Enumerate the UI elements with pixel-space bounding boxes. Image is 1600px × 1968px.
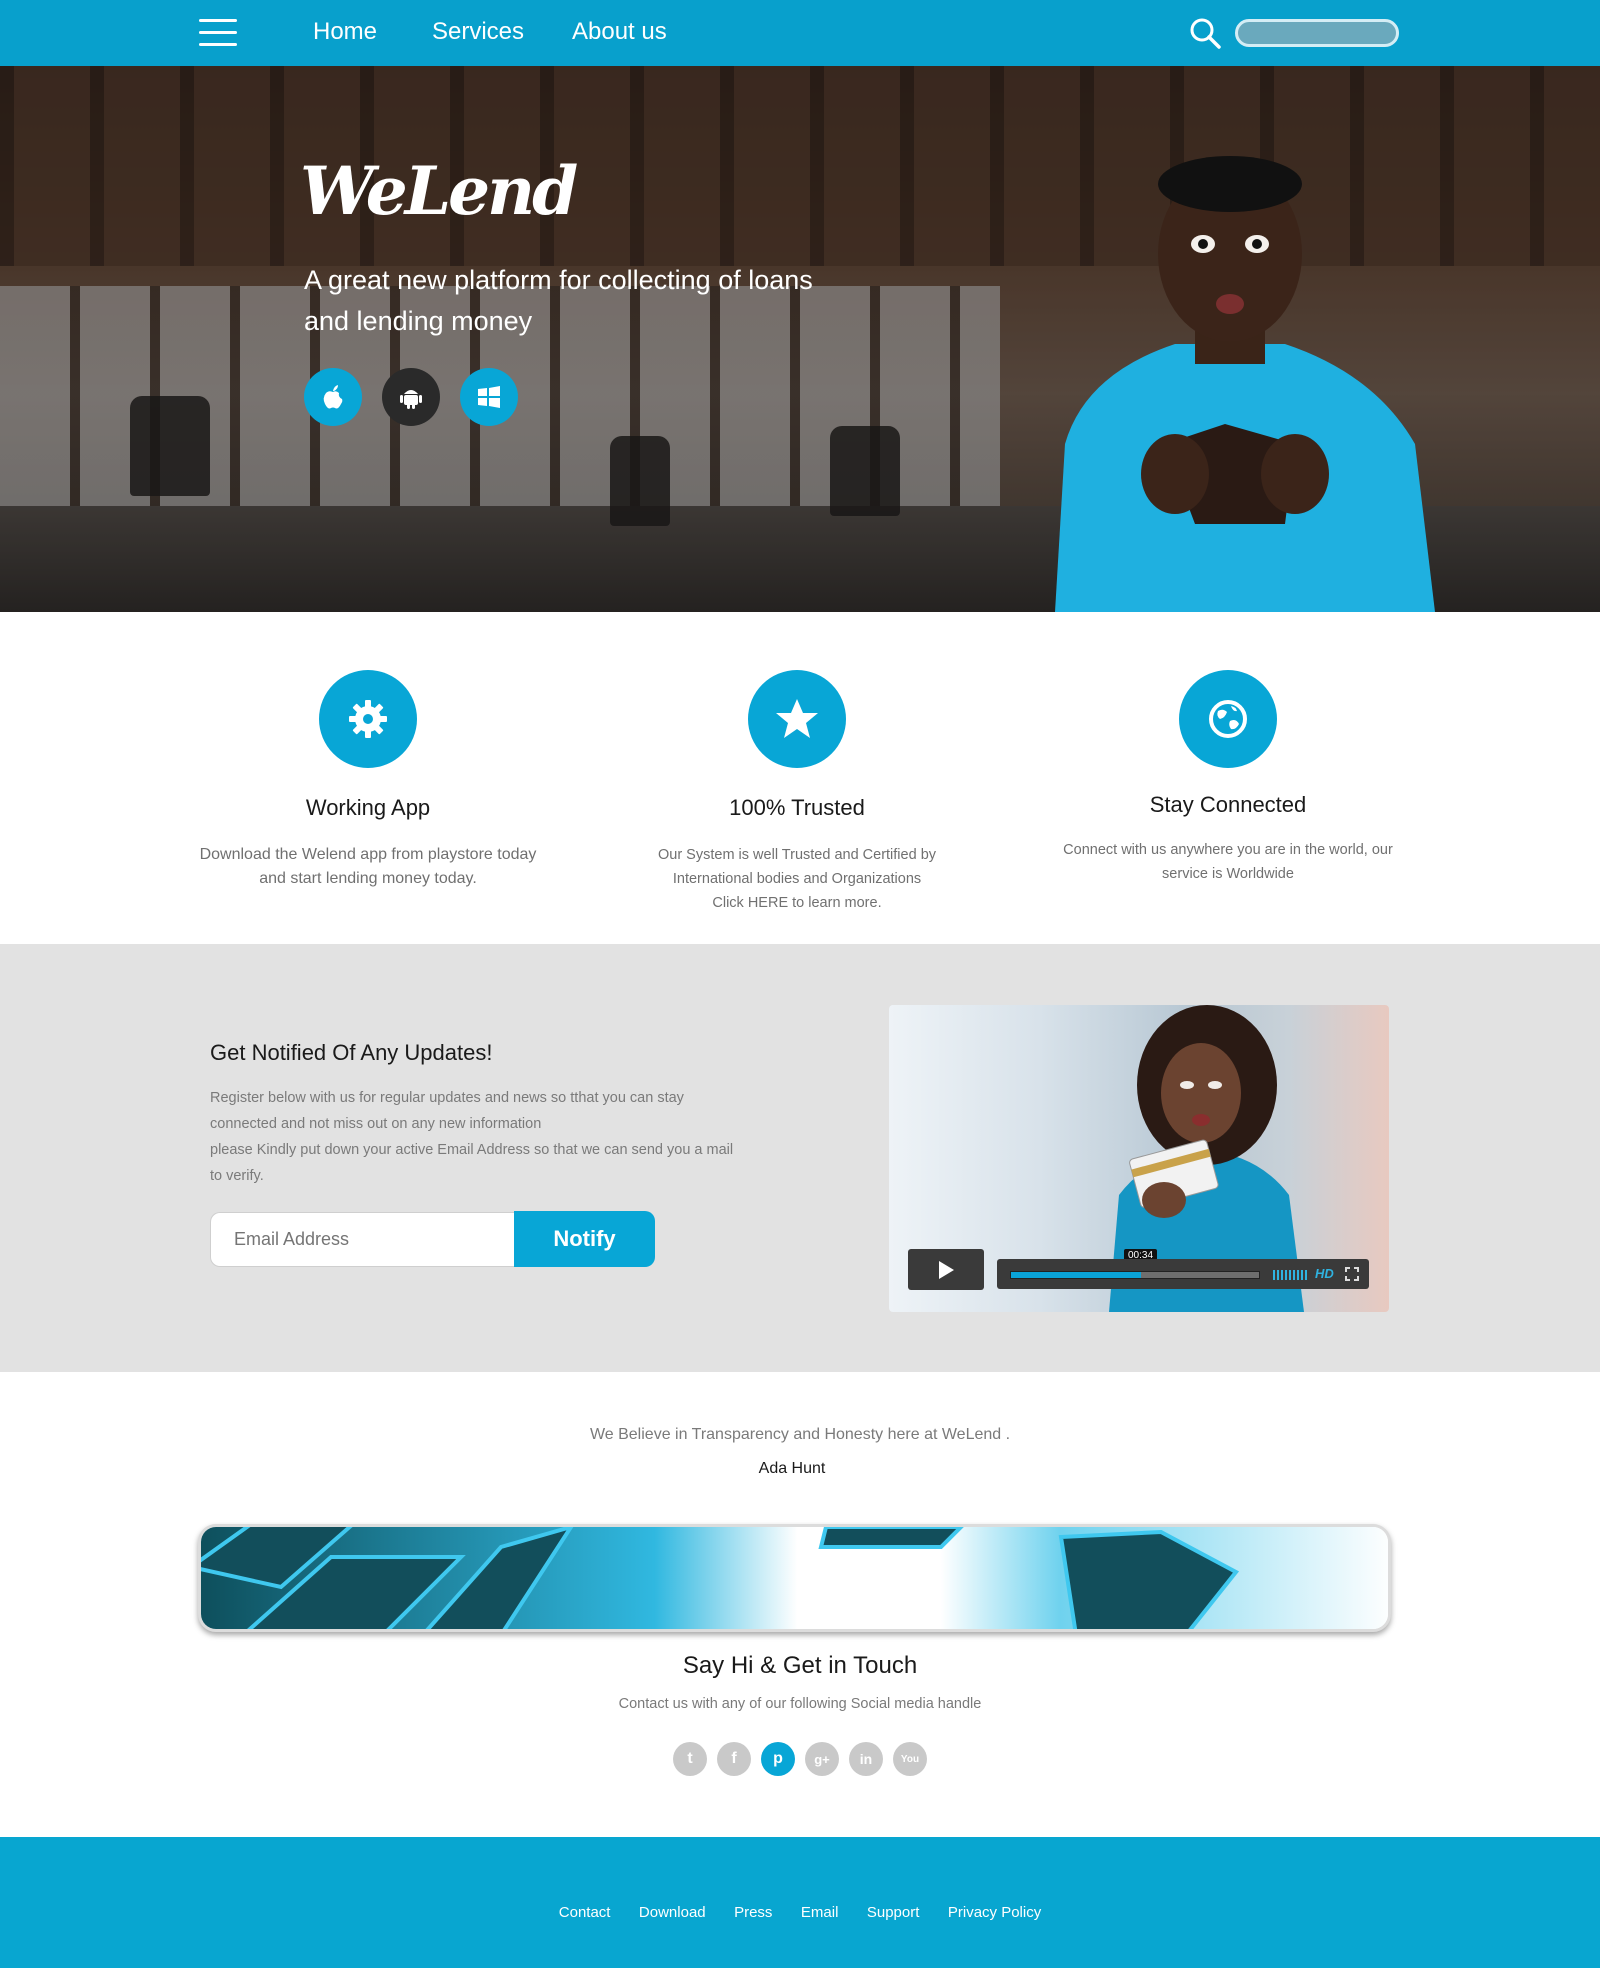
keyboard-keys-illustration bbox=[201, 1527, 1388, 1629]
footer-link-press[interactable]: Press bbox=[734, 1904, 772, 1921]
facebook-icon: f bbox=[731, 1750, 737, 1767]
notify-description-line: to verify. bbox=[210, 1168, 264, 1184]
linkedin-button[interactable]: in bbox=[849, 1742, 883, 1776]
nav-link-home[interactable]: Home bbox=[313, 18, 377, 46]
touch-description: Contact us with any of our following Soc… bbox=[618, 1696, 982, 1712]
keyboard-banner-image bbox=[198, 1524, 1391, 1632]
quote-text: We Believe in Transparency and Honesty h… bbox=[589, 1426, 1011, 1443]
feature-icon-circle bbox=[319, 670, 417, 768]
apple-icon bbox=[323, 385, 343, 409]
learn-more-link[interactable]: Click HERE to learn more. bbox=[607, 891, 987, 915]
googleplus-icon: g+ bbox=[814, 1751, 830, 1767]
notify-description: Register below with us for regular updat… bbox=[210, 1085, 760, 1189]
notify-button[interactable]: Notify bbox=[514, 1211, 655, 1267]
feature-description-line: service is Worldwide bbox=[1162, 866, 1294, 882]
touch-title: Say Hi & Get in Touch bbox=[682, 1652, 918, 1679]
nav-link-services[interactable]: Services bbox=[432, 18, 524, 46]
feature-description-line: Our System is well Trusted and Certified… bbox=[657, 847, 937, 863]
notify-description-line: connected and not miss out on any new in… bbox=[210, 1116, 542, 1132]
video-controls-bar: HD bbox=[997, 1259, 1369, 1289]
feature-title: Working App bbox=[305, 795, 431, 820]
notify-description-line: Register below with us for regular updat… bbox=[210, 1090, 684, 1106]
video-progress-fill bbox=[1011, 1272, 1141, 1278]
feature-title: Stay Connected bbox=[1149, 792, 1307, 817]
android-store-button[interactable] bbox=[382, 368, 440, 426]
hamburger-menu-icon[interactable] bbox=[199, 19, 237, 47]
footer-link-support[interactable]: Support bbox=[867, 1904, 920, 1921]
feature-working-app: Working App Download the Welend app from… bbox=[178, 670, 558, 891]
volume-icon[interactable] bbox=[1273, 1270, 1307, 1280]
footer-link-email[interactable]: Email bbox=[801, 1904, 839, 1921]
pinterest-icon: p bbox=[773, 1750, 783, 1767]
feature-description: Connect with us anywhere you are in the … bbox=[1038, 838, 1418, 886]
feature-description: Download the Welend app from playstore t… bbox=[178, 843, 558, 891]
twitter-icon: t bbox=[687, 1750, 693, 1767]
footer-link-privacy-policy[interactable]: Privacy Policy bbox=[948, 1904, 1041, 1921]
android-icon bbox=[400, 390, 422, 409]
youtube-icon: You bbox=[900, 1753, 920, 1765]
top-nav: Home Services About us bbox=[0, 0, 1600, 66]
search-icon[interactable] bbox=[1189, 17, 1221, 49]
linkedin-icon: in bbox=[859, 1751, 873, 1767]
notify-title: Get Notified Of Any Updates! bbox=[210, 1040, 493, 1065]
globe-icon bbox=[1209, 700, 1247, 738]
youtube-button[interactable]: You bbox=[893, 1742, 927, 1776]
notify-description-line: please Kindly put down your active Email… bbox=[210, 1142, 734, 1158]
hero-person-illustration bbox=[1055, 156, 1435, 612]
hero-banner: WeLend A great new platform for collecti… bbox=[0, 66, 1600, 612]
video-player[interactable]: 00:34 HD bbox=[889, 1005, 1389, 1312]
hd-toggle[interactable]: HD bbox=[1315, 1266, 1334, 1281]
quote-author: Ada Hunt bbox=[758, 1460, 826, 1477]
facebook-button[interactable]: f bbox=[717, 1742, 751, 1776]
feature-title: 100% Trusted bbox=[729, 795, 865, 820]
search-input[interactable] bbox=[1235, 19, 1399, 47]
feature-icon-circle bbox=[748, 670, 846, 768]
feature-trusted: 100% Trusted Our System is well Trusted … bbox=[607, 670, 987, 915]
nav-link-about-us[interactable]: About us bbox=[572, 18, 667, 46]
email-field[interactable] bbox=[210, 1212, 516, 1267]
pinterest-button[interactable]: p bbox=[761, 1742, 795, 1776]
brand-logo: WeLend bbox=[300, 152, 578, 230]
feature-description-line: International bodies and Organizations bbox=[672, 871, 922, 887]
twitter-button[interactable]: t bbox=[673, 1742, 707, 1776]
footer-links: Contact Download Press Email Support Pri… bbox=[0, 1904, 1600, 1922]
hero-tagline: A great new platform for collecting of l… bbox=[304, 265, 813, 336]
windows-icon bbox=[478, 386, 500, 408]
play-button[interactable] bbox=[908, 1249, 984, 1290]
windows-store-button[interactable] bbox=[460, 368, 518, 426]
star-icon bbox=[776, 699, 818, 738]
feature-description[interactable]: Our System is well Trusted and Certified… bbox=[607, 843, 987, 915]
footer-link-contact[interactable]: Contact bbox=[559, 1904, 611, 1921]
googleplus-button[interactable]: g+ bbox=[805, 1742, 839, 1776]
feature-description-line: Download the Welend app from playstore t… bbox=[199, 846, 537, 863]
play-icon bbox=[939, 1260, 954, 1279]
footer-link-download[interactable]: Download bbox=[639, 1904, 706, 1921]
feature-description-line: Connect with us anywhere you are in the … bbox=[1063, 842, 1393, 858]
fullscreen-icon[interactable] bbox=[1345, 1267, 1359, 1281]
apple-store-button[interactable] bbox=[304, 368, 362, 426]
footer: Contact Download Press Email Support Pri… bbox=[0, 1837, 1600, 1968]
feature-stay-connected: Stay Connected Connect with us anywhere … bbox=[1038, 670, 1418, 886]
feature-icon-circle bbox=[1179, 670, 1277, 768]
feature-description-line: and start lending money today. bbox=[259, 870, 477, 887]
gear-icon bbox=[349, 700, 387, 738]
video-progress-bar[interactable] bbox=[1010, 1271, 1260, 1279]
